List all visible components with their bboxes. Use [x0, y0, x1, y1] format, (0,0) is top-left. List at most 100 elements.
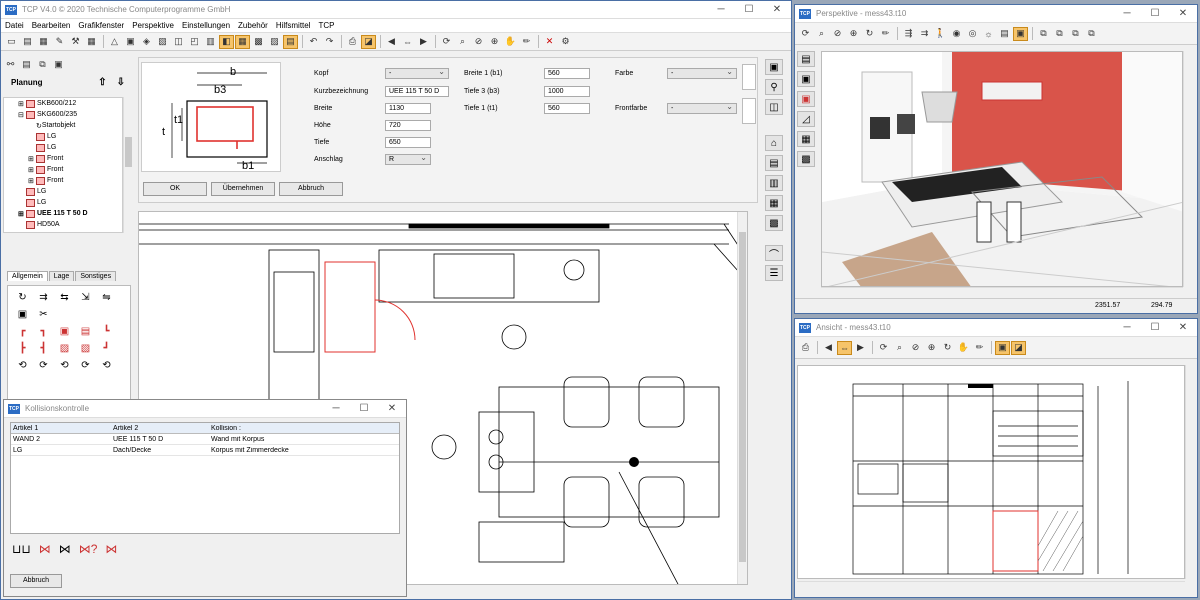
tree-item[interactable]: LG	[4, 142, 122, 153]
menu-item[interactable]: Perspektive	[132, 21, 174, 30]
corner-d-icon[interactable]: ▤	[75, 326, 96, 337]
link-icon[interactable]: ⚯	[3, 57, 18, 71]
anschlag-select[interactable]: R	[385, 153, 431, 165]
maximize-icon[interactable]: ☐	[1141, 322, 1169, 333]
list-icon[interactable]: ▤	[797, 51, 815, 67]
collision-column-header[interactable]: Artikel 2	[111, 425, 209, 432]
snap-icon[interactable]: ◫	[171, 35, 186, 49]
rotate-icon[interactable]: ⟳	[439, 35, 454, 49]
elevation-canvas[interactable]	[797, 365, 1185, 579]
measure-icon[interactable]: ◰	[187, 35, 202, 49]
place-tool-icon[interactable]: ▣	[12, 309, 33, 320]
tree-scrollbar[interactable]	[123, 97, 133, 233]
paint-icon[interactable]: ◈	[139, 35, 154, 49]
pan-icon[interactable]: ✋	[503, 35, 518, 49]
prev-icon[interactable]: ◀	[821, 341, 836, 355]
turn-e-icon[interactable]: ⟲	[96, 360, 117, 371]
corner-g-icon[interactable]: ┫	[33, 343, 54, 354]
tree-item[interactable]: LG	[4, 131, 122, 142]
close-icon[interactable]: ✕	[378, 403, 406, 414]
maximize-icon[interactable]: ☐	[1141, 8, 1169, 19]
settings-icon[interactable]: ⚙	[558, 35, 573, 49]
grid-icon[interactable]: ▦	[84, 35, 99, 49]
menu-item[interactable]: Bearbeiten	[32, 21, 71, 30]
walk-b-icon[interactable]: ⇉	[917, 27, 932, 41]
collision-column-header[interactable]: Kollision :	[209, 425, 399, 432]
tree-item[interactable]: ↻ Startobjekt	[4, 120, 122, 131]
tree-item[interactable]: LG	[4, 186, 122, 197]
layout-b-icon[interactable]: ◪	[1011, 340, 1026, 355]
refresh-icon[interactable]: ↻	[940, 341, 955, 355]
prev-icon[interactable]: ◀	[384, 35, 399, 49]
tiefe3-field[interactable]: 1000	[544, 86, 590, 97]
maximize-icon[interactable]: ☐	[350, 403, 378, 414]
turn-a-icon[interactable]: ⟲	[12, 360, 33, 371]
wood-icon[interactable]: ▦	[797, 131, 815, 147]
kurz-field[interactable]: UEE 115 T 50 D	[385, 86, 449, 97]
zoom-out-icon[interactable]: ⊘	[908, 341, 923, 355]
flip-tool-icon[interactable]: ⇆	[54, 292, 75, 303]
minimize-icon[interactable]: ─	[322, 403, 350, 414]
corner-c-icon[interactable]: ▣	[54, 326, 75, 337]
align-tool-icon[interactable]: ⇲	[75, 292, 96, 303]
tree-item[interactable]: ⊞ UEE 115 T 50 D	[4, 208, 122, 219]
angle-icon[interactable]: ◿	[797, 111, 815, 127]
pipe-icon[interactable]: ⌒	[765, 245, 783, 261]
tree-item[interactable]: LG	[4, 197, 122, 208]
zoom-window-icon[interactable]: ⌕	[892, 341, 907, 355]
delete-icon[interactable]: ✕	[542, 35, 557, 49]
elevation-scrollbar-h[interactable]	[797, 581, 1185, 591]
tree-expander-icon[interactable]: ⊞	[18, 100, 26, 108]
redo-icon[interactable]: ↷	[322, 35, 337, 49]
sink-icon[interactable]: ◫	[765, 99, 783, 115]
corner-a-icon[interactable]: ┏	[12, 326, 33, 337]
eye-icon[interactable]: ◉	[949, 27, 964, 41]
perspective-render[interactable]	[821, 51, 1183, 287]
menu-item[interactable]: Hilfsmittel	[276, 21, 311, 30]
window-icon[interactable]: ▩	[765, 215, 783, 231]
zoom-window-icon[interactable]: ⌕	[455, 35, 470, 49]
arrow-up-icon[interactable]: ⇧	[98, 77, 106, 88]
zoom-icon[interactable]: ⊕	[924, 341, 939, 355]
next-icon[interactable]: ▶	[853, 341, 868, 355]
pen-icon[interactable]: ✏	[519, 35, 534, 49]
pen-icon[interactable]: ✏	[972, 341, 987, 355]
farbe-swatch[interactable]	[742, 64, 756, 90]
close-icon[interactable]: ✕	[1169, 8, 1197, 19]
breite-field[interactable]: 1130	[385, 103, 431, 114]
export-d-icon[interactable]: ⧉	[1084, 27, 1099, 41]
texture-icon[interactable]: ▩	[797, 151, 815, 167]
person-icon[interactable]: 🚶	[933, 27, 948, 41]
tree-expander-icon[interactable]: ⊞	[18, 210, 26, 218]
stairs-icon[interactable]: ☰	[765, 265, 783, 281]
tiefe-field[interactable]: 650	[385, 137, 431, 148]
tree-icon[interactable]: ▤	[19, 57, 34, 71]
menu-item[interactable]: Grafikfenster	[78, 21, 124, 30]
floppy-icon[interactable]: ▣	[123, 35, 138, 49]
zoom-icon[interactable]: ⊕	[846, 27, 861, 41]
menu-item[interactable]: Einstellungen	[182, 21, 230, 30]
walk-a-icon[interactable]: ⇶	[901, 27, 916, 41]
export-a-icon[interactable]: ⧉	[1036, 27, 1051, 41]
hoehe-field[interactable]: 720	[385, 120, 431, 131]
view-icon[interactable]: ◧	[219, 34, 234, 49]
menu-item[interactable]: Zubehör	[238, 21, 268, 30]
tree-expander-icon[interactable]: ⊞	[28, 177, 36, 185]
arrow-down-icon[interactable]: ⇩	[117, 77, 125, 88]
tree-expander-icon[interactable]: ⊟	[18, 111, 26, 119]
tree-expander-icon[interactable]: ⊞	[28, 166, 36, 174]
fridge-icon[interactable]: ▥	[765, 175, 783, 191]
tree-item[interactable]: ⊟ SKG600/235	[4, 109, 122, 120]
collision-b-icon[interactable]: ⋈	[59, 542, 71, 556]
close-icon[interactable]: ✕	[763, 4, 791, 15]
fit-icon[interactable]: ⇔	[400, 35, 415, 49]
menu-item[interactable]: TCP	[319, 21, 335, 30]
pan-icon[interactable]: ✋	[956, 341, 971, 355]
menu-item[interactable]: Datei	[5, 21, 24, 30]
layout-a-icon[interactable]: ▣	[995, 340, 1010, 355]
open-icon[interactable]: ▤	[20, 35, 35, 49]
rotate-icon[interactable]: ⟳	[798, 27, 813, 41]
abbruch-props-button[interactable]: Abbruch	[279, 182, 343, 196]
refresh-icon[interactable]: ↻	[862, 27, 877, 41]
light-icon[interactable]: ☼	[981, 27, 996, 41]
